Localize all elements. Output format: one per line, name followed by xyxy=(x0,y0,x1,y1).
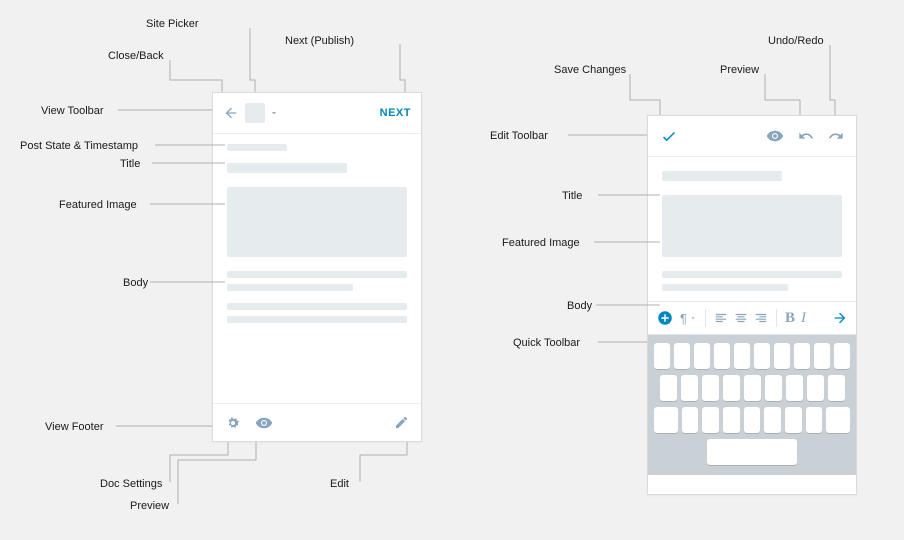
label-title: Title xyxy=(120,158,140,170)
edit-content xyxy=(648,157,856,291)
label-body2: Body xyxy=(567,300,592,312)
preview-icon[interactable] xyxy=(766,127,784,145)
label-site-picker: Site Picker xyxy=(146,18,199,30)
label-preview: Preview xyxy=(130,500,169,512)
post-state-placeholder xyxy=(227,144,287,151)
back-icon[interactable] xyxy=(223,105,239,121)
redo-icon[interactable] xyxy=(828,128,844,144)
body-line xyxy=(227,284,353,291)
paragraph-icon: ¶ xyxy=(680,311,687,326)
save-icon[interactable] xyxy=(660,127,678,145)
next-button[interactable]: NEXT xyxy=(380,107,411,119)
label-featured-image: Featured Image xyxy=(59,199,137,211)
label-edit-toolbar: Edit Toolbar xyxy=(490,130,548,142)
paragraph-dropdown[interactable]: ¶ xyxy=(680,311,697,326)
undo-icon[interactable] xyxy=(798,128,814,144)
add-icon[interactable] xyxy=(656,309,674,327)
label-doc-settings: Doc Settings xyxy=(100,478,162,490)
label-close-back: Close/Back xyxy=(108,50,164,62)
body-line[interactable] xyxy=(662,284,788,291)
more-arrow-icon[interactable] xyxy=(832,310,848,326)
body-line xyxy=(227,303,407,310)
align-right-icon[interactable] xyxy=(754,311,768,325)
featured-image-placeholder[interactable] xyxy=(662,195,842,257)
label-featured-image2: Featured Image xyxy=(502,237,580,249)
italic-button[interactable]: I xyxy=(801,310,806,327)
align-center-icon[interactable] xyxy=(734,311,748,325)
settings-icon[interactable] xyxy=(225,415,241,431)
view-mode-phone: NEXT xyxy=(212,92,422,442)
body-line[interactable] xyxy=(662,271,842,278)
edit-mode-phone: ¶ B I xyxy=(647,115,857,495)
site-picker[interactable] xyxy=(245,103,279,123)
view-toolbar: NEXT xyxy=(213,93,421,133)
label-view-toolbar: View Toolbar xyxy=(41,105,104,117)
label-view-footer: View Footer xyxy=(45,421,104,433)
title-placeholder xyxy=(227,163,347,173)
edit-icon[interactable] xyxy=(394,415,409,430)
view-content xyxy=(213,134,421,323)
label-post-state: Post State & Timestamp xyxy=(20,140,138,152)
preview-icon[interactable] xyxy=(255,414,273,432)
label-title2: Title xyxy=(562,190,582,202)
featured-image-placeholder xyxy=(227,187,407,257)
keyboard[interactable] xyxy=(648,335,856,475)
label-preview2: Preview xyxy=(720,64,759,76)
label-save-changes: Save Changes xyxy=(554,64,626,76)
align-left-icon[interactable] xyxy=(714,311,728,325)
view-footer xyxy=(213,403,421,441)
bold-button[interactable]: B xyxy=(785,310,795,327)
label-edit: Edit xyxy=(330,478,349,490)
quick-toolbar: ¶ B I xyxy=(648,301,856,335)
edit-toolbar xyxy=(648,116,856,156)
body-line xyxy=(227,316,407,323)
label-quick-toolbar: Quick Toolbar xyxy=(513,337,580,349)
title-placeholder[interactable] xyxy=(662,171,782,181)
body-line xyxy=(227,271,407,278)
label-next-publish: Next (Publish) xyxy=(285,35,354,47)
label-body: Body xyxy=(123,277,148,289)
label-undo-redo: Undo/Redo xyxy=(768,35,824,47)
